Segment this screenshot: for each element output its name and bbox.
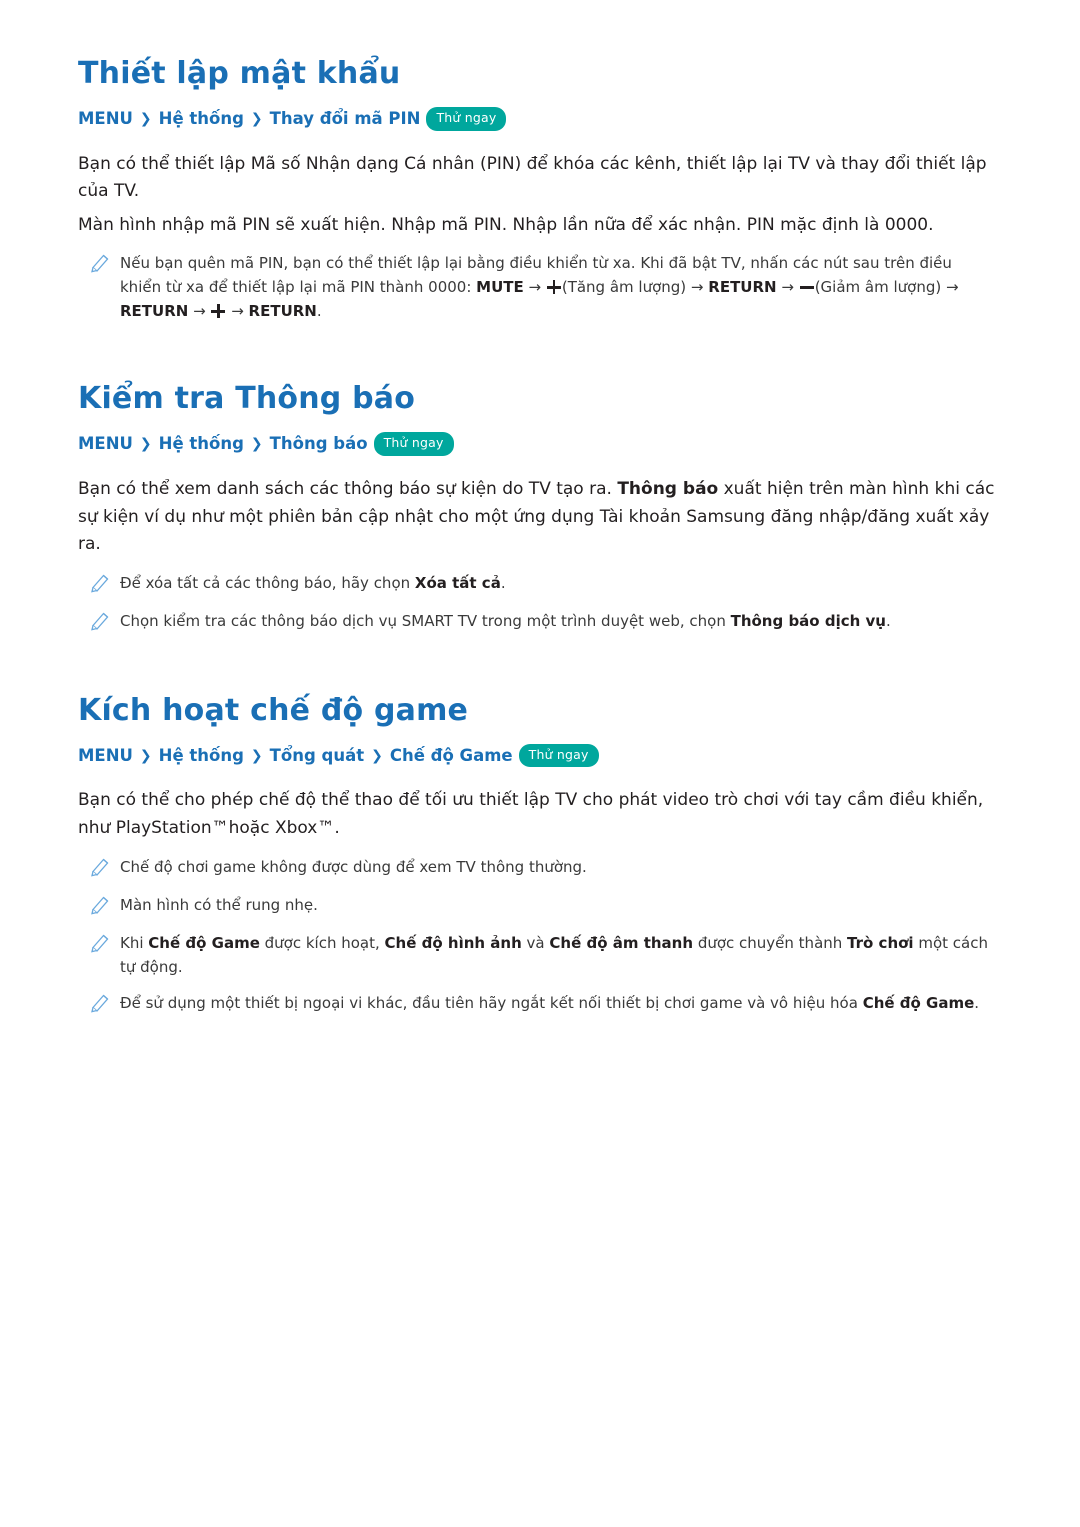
text-run: Bạn có thể xem danh sách các thông báo s… xyxy=(78,479,618,500)
document-page: Thiết lập mật khẩu MENU ❯ Hệ thống ❯ Thay đổi… xyxy=(0,0,1080,1017)
note-item: Chọn kiểm tra các thông báo dịch vụ SMAR… xyxy=(78,609,996,635)
keyword: RETURN xyxy=(248,302,317,321)
page-title: Thiết lập mật khẩu xyxy=(78,56,401,91)
plus-icon xyxy=(211,304,226,319)
pencil-icon xyxy=(90,573,120,597)
note-item: Màn hình có thể rung nhẹ. xyxy=(78,893,996,919)
text-run: được kích hoạt, xyxy=(259,933,385,952)
breadcrumb-separator-icon: ❯ xyxy=(250,747,263,764)
pencil-icon xyxy=(90,933,120,957)
text-run: và xyxy=(521,933,550,952)
breadcrumb-root[interactable]: MENU xyxy=(78,434,133,453)
page-title: Kích hoạt chế độ game xyxy=(78,692,469,728)
section-2: Kiểm tra Thông báo MENU ❯ Hệ thống ❯ Thông bá… xyxy=(78,381,996,634)
keyword: RETURN xyxy=(120,302,189,321)
plus-icon xyxy=(546,280,561,295)
note-text: Để xóa tất cả các thông báo, hãy chọn Xó… xyxy=(120,571,506,595)
breadcrumb-separator-icon: ❯ xyxy=(139,747,152,764)
text-run: . xyxy=(974,993,980,1012)
page-title: Kiểm tra Thông báo xyxy=(78,381,416,417)
note-item: Để sử dụng một thiết bị ngoại vi khác, đ… xyxy=(78,991,996,1017)
try-now-badge[interactable]: Thử ngay xyxy=(426,107,507,131)
breadcrumb-item[interactable]: Chế độ Game xyxy=(390,746,513,765)
minus-icon xyxy=(799,280,814,294)
breadcrumb-item[interactable]: Thông báo xyxy=(270,434,368,453)
text-run: (Tăng âm lượng) → xyxy=(561,278,709,297)
keyword: Chế độ âm thanh xyxy=(549,933,694,952)
breadcrumb-root[interactable]: MENU xyxy=(78,109,133,128)
pencil-icon xyxy=(90,253,120,277)
sections-container: Thiết lập mật khẩu MENU ❯ Hệ thống ❯ Thay đổi… xyxy=(78,56,996,1017)
text-run: Chế độ chơi game không được dùng để xem … xyxy=(120,857,587,876)
text-run: → xyxy=(226,302,249,321)
pencil-icon xyxy=(90,993,120,1017)
pencil-icon xyxy=(90,611,120,635)
text-run: (Giảm âm lượng) → xyxy=(814,278,959,297)
breadcrumb-item[interactable]: Hệ thống xyxy=(159,434,244,453)
keyword: Trò chơi xyxy=(847,933,914,952)
text-run: → xyxy=(523,278,546,297)
text-run: Để sử dụng một thiết bị ngoại vi khác, đ… xyxy=(120,993,863,1012)
try-now-badge[interactable]: Thử ngay xyxy=(518,743,599,768)
section-1: Thiết lập mật khẩu MENU ❯ Hệ thống ❯ Thay đổi… xyxy=(78,56,996,323)
breadcrumb-separator-icon: ❯ xyxy=(371,747,383,764)
text-run: Để xóa tất cả các thông báo, hãy chọn xyxy=(120,573,415,592)
body-paragraph: Bạn có thể xem danh sách các thông báo s… xyxy=(78,476,996,559)
pencil-icon xyxy=(90,895,120,919)
note-text: Màn hình có thể rung nhẹ. xyxy=(120,893,318,917)
try-now-badge[interactable]: Thử ngay xyxy=(373,432,454,457)
breadcrumb-separator-icon: ❯ xyxy=(139,436,152,453)
keyword: RETURN xyxy=(708,278,777,297)
note-text: Nếu bạn quên mã PIN, bạn có thể thiết lậ… xyxy=(120,251,996,323)
breadcrumb-root[interactable]: MENU xyxy=(78,746,133,765)
note-text: Chọn kiểm tra các thông báo dịch vụ SMAR… xyxy=(120,609,891,633)
breadcrumb-separator-icon: ❯ xyxy=(250,111,263,127)
keyword: Xóa tất cả xyxy=(414,573,501,592)
breadcrumb-item[interactable]: Thay đổi mã PIN xyxy=(270,109,421,128)
body-paragraph: Màn hình nhập mã PIN sẽ xuất hiện. Nhập … xyxy=(78,214,934,235)
text-run: → xyxy=(776,278,799,297)
breadcrumb-item[interactable]: Tổng quát xyxy=(270,746,364,765)
text-run: → xyxy=(188,302,211,321)
keyword: Thông báo dịch vụ xyxy=(730,611,886,630)
text-run: Khi xyxy=(120,933,149,952)
text-run: . xyxy=(885,611,891,630)
breadcrumb: MENU ❯ Hệ thống ❯ Tổng quát ❯ Chế độ Game Thử n… xyxy=(78,743,996,770)
breadcrumb-item[interactable]: Hệ thống xyxy=(159,746,244,765)
text-run: được chuyển thành xyxy=(693,933,848,952)
note-text: Chế độ chơi game không được dùng để xem … xyxy=(120,855,587,879)
text-run: . xyxy=(500,573,506,592)
note-item: Chế độ chơi game không được dùng để xem … xyxy=(78,855,996,881)
note-text: Khi Chế độ Game được kích hoạt, Chế độ h… xyxy=(120,931,996,979)
keyword: Chế độ Game xyxy=(148,933,260,952)
pencil-icon xyxy=(90,857,120,881)
note-text: Để sử dụng một thiết bị ngoại vi khác, đ… xyxy=(120,991,979,1015)
breadcrumb: MENU ❯ Hệ thống ❯ Thông báo Thử ngay xyxy=(78,432,996,458)
note-item: Khi Chế độ Game được kích hoạt, Chế độ h… xyxy=(78,931,996,979)
keyword: Thông báo xyxy=(617,479,719,500)
keyword: Chế độ Game xyxy=(862,993,975,1012)
text-run: Chọn kiểm tra các thông báo dịch vụ SMAR… xyxy=(120,611,731,630)
note-item: Để xóa tất cả các thông báo, hãy chọn Xó… xyxy=(78,571,996,597)
breadcrumb-separator-icon: ❯ xyxy=(250,436,263,453)
breadcrumb: MENU ❯ Hệ thống ❯ Thay đổi mã PIN Thử ngay xyxy=(78,107,996,133)
section-3: Kích hoạt chế độ game MENU ❯ Hệ thống ❯ Tổng … xyxy=(78,693,996,1017)
text-run: Màn hình có thể rung nhẹ. xyxy=(120,895,318,914)
keyword: MUTE xyxy=(476,278,524,297)
note-item: Nếu bạn quên mã PIN, bạn có thể thiết lậ… xyxy=(78,251,996,323)
keyword: Chế độ hình ảnh xyxy=(384,933,522,952)
body-paragraph: Bạn có thể cho phép chế độ thể thao để t… xyxy=(78,790,984,838)
breadcrumb-item[interactable]: Hệ thống xyxy=(159,109,244,128)
text-run: . xyxy=(316,302,322,321)
body-paragraph: Bạn có thể thiết lập Mã số Nhận dạng Cá … xyxy=(78,153,987,202)
breadcrumb-separator-icon: ❯ xyxy=(139,111,152,127)
